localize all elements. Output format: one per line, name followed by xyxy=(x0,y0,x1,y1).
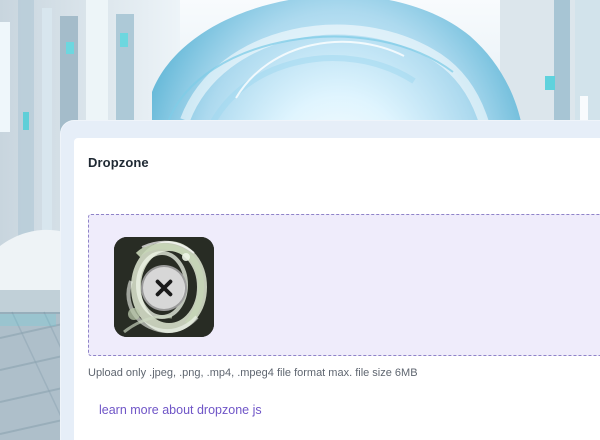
app-window: Dropzone Upload only .jpeg, .png, .mp4, … xyxy=(0,0,600,440)
learn-more-link[interactable]: learn more about dropzone js xyxy=(99,403,262,417)
card-title: Dropzone xyxy=(88,155,149,170)
remove-file-button[interactable] xyxy=(141,265,187,311)
upload-help-text: Upload only .jpeg, .png, .mp4, .mpeg4 fi… xyxy=(88,367,418,379)
close-icon xyxy=(155,279,173,297)
